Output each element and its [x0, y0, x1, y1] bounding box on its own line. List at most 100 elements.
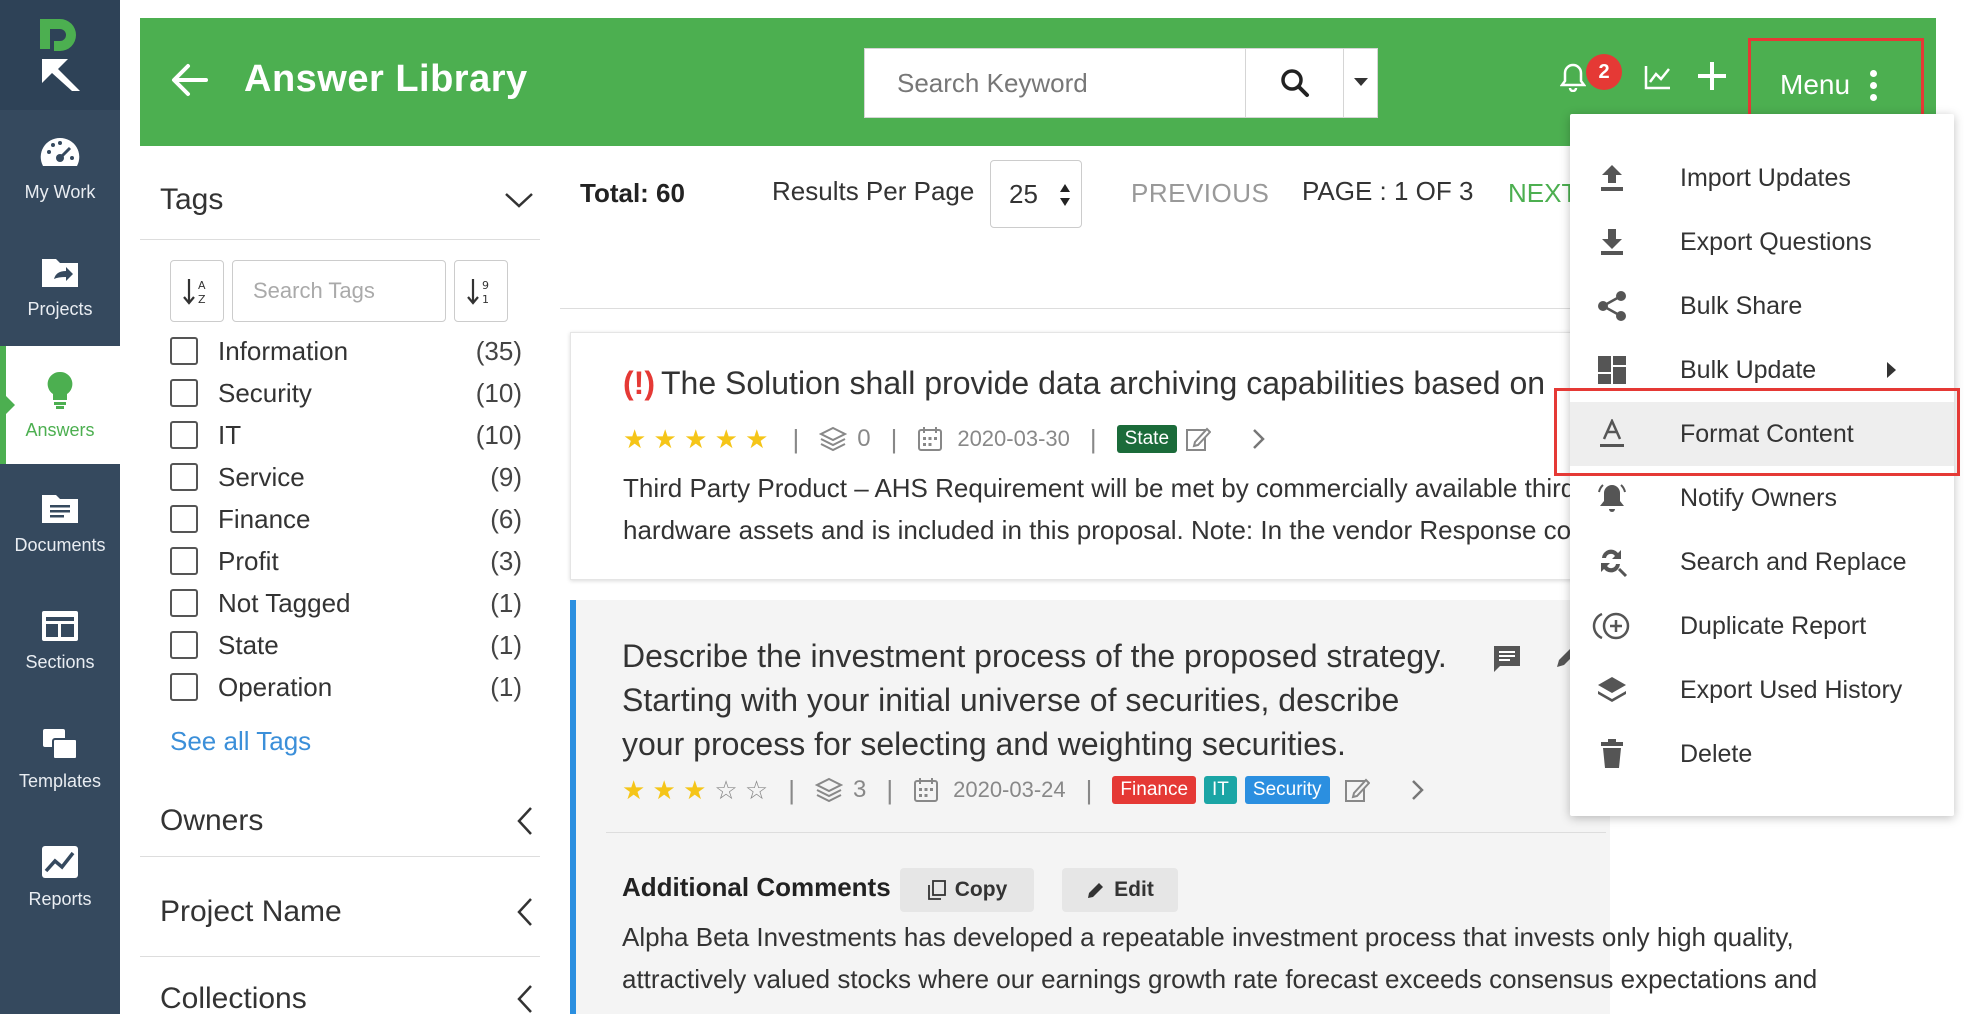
- menu-button-label: Menu: [1780, 69, 1851, 100]
- question-title[interactable]: Describe the investment process of the p…: [622, 634, 1462, 766]
- tag-checkbox[interactable]: [170, 421, 198, 449]
- answer-card-selected[interactable]: Describe the investment process of the p…: [570, 600, 1817, 1014]
- nav-reports[interactable]: Reports: [0, 818, 120, 936]
- answer-card[interactable]: (!) The Solution shall provide data archi…: [570, 332, 1610, 580]
- question-title[interactable]: (!) The Solution shall provide data archi…: [623, 365, 1545, 402]
- tag-row[interactable]: State (1): [170, 624, 522, 666]
- menu-item-import-updates[interactable]: Import Updates: [1570, 146, 1954, 210]
- kebab-menu-icon: [1870, 69, 1878, 101]
- results-per-page-select[interactable]: 25: [990, 160, 1082, 228]
- nav-templates[interactable]: Templates: [0, 700, 120, 818]
- answer-text: Third Party Product – AHS Requirement wi…: [623, 467, 1575, 551]
- tag-count: (10): [475, 419, 522, 450]
- nav-sections[interactable]: Sections: [0, 582, 120, 700]
- templates-icon: [43, 728, 78, 760]
- usage-count: 0: [857, 425, 871, 452]
- app-logo[interactable]: [0, 0, 120, 110]
- layers-icon: [1598, 677, 1626, 702]
- tag-search-input[interactable]: [232, 260, 446, 322]
- search-input[interactable]: [865, 49, 1245, 117]
- add-plus-icon[interactable]: [1696, 60, 1728, 97]
- menu-item-bulk-share[interactable]: Bulk Share: [1570, 274, 1954, 338]
- search-options-dropdown[interactable]: [1343, 49, 1377, 117]
- menu-item-delete[interactable]: Delete: [1570, 722, 1954, 786]
- share-icon: [1598, 291, 1626, 321]
- tag-row[interactable]: IT (10): [170, 414, 522, 456]
- star-rating[interactable]: ★ ★ ★ ★ ★: [623, 424, 772, 455]
- edit-tags-icon[interactable]: [1344, 777, 1370, 803]
- tag-tools: AZ 91: [170, 260, 540, 322]
- tag-pill[interactable]: IT: [1204, 776, 1237, 804]
- tag-list: Information (35) Security (10) IT (10) Serv…: [140, 330, 540, 708]
- tag-checkbox[interactable]: [170, 505, 198, 533]
- owners-section-header[interactable]: Owners: [140, 785, 540, 857]
- collections-section-header[interactable]: Collections: [140, 969, 540, 1014]
- notification-count-badge[interactable]: 2: [1586, 54, 1622, 90]
- sort-alpha-button[interactable]: AZ: [170, 260, 224, 322]
- tag-name: State: [218, 629, 279, 660]
- copy-button-label: Copy: [954, 878, 1008, 901]
- nav-answers[interactable]: Answers: [0, 346, 120, 464]
- pencil-icon: [1088, 883, 1104, 898]
- menu-item-duplicate-report[interactable]: Duplicate Report: [1570, 594, 1954, 658]
- stars-filled: ★ ★ ★: [622, 774, 707, 805]
- chevron-right-icon[interactable]: [1251, 427, 1267, 451]
- tag-row[interactable]: Operation (1): [170, 666, 522, 708]
- tag-checkbox[interactable]: [170, 673, 198, 701]
- edit-comment-button[interactable]: Edit: [1062, 868, 1178, 912]
- tag-row[interactable]: Profit (3): [170, 540, 522, 582]
- duplicate-icon: [1592, 612, 1630, 640]
- previous-page-button[interactable]: PREVIOUS: [1131, 178, 1269, 209]
- menu-item-label: Export Questions: [1680, 227, 1872, 256]
- menu-item-search-and-replace[interactable]: Search and Replace: [1570, 530, 1954, 594]
- tag-checkbox[interactable]: [170, 337, 198, 365]
- copy-button[interactable]: Copy: [900, 868, 1034, 912]
- svg-text:9: 9: [482, 279, 489, 292]
- sections-icon: [42, 610, 78, 641]
- star-rating[interactable]: ★ ★ ★ ☆ ☆: [622, 775, 768, 806]
- project-name-section-header[interactable]: Project Name: [140, 867, 540, 957]
- nav-projects[interactable]: Projects: [0, 228, 120, 346]
- menu-button[interactable]: Menu: [1750, 52, 1918, 118]
- menu-item-format-content[interactable]: Format Content: [1570, 402, 1954, 466]
- menu-item-label: Duplicate Report: [1680, 611, 1867, 640]
- tag-pill[interactable]: Security: [1244, 776, 1330, 804]
- tag-checkbox[interactable]: [170, 631, 198, 659]
- edit-tags-icon[interactable]: [1185, 426, 1212, 452]
- total-count: Total: 60: [580, 178, 685, 208]
- sort-count-button[interactable]: 91: [454, 260, 508, 322]
- tag-checkbox[interactable]: [170, 589, 198, 617]
- additional-comments-heading: Additional Comments: [622, 872, 891, 902]
- divider: |: [788, 774, 795, 805]
- analytics-chart-icon[interactable]: [1644, 64, 1672, 95]
- menu-item-bulk-update[interactable]: Bulk Update: [1570, 338, 1954, 402]
- warning-icon: (!): [623, 365, 655, 401]
- tag-row[interactable]: Not Tagged (1): [170, 582, 522, 624]
- tag-checkbox[interactable]: [170, 547, 198, 575]
- answer-date: 2020-03-24: [953, 777, 1066, 802]
- menu-item-notify-owners[interactable]: Notify Owners: [1570, 466, 1954, 530]
- see-all-tags-link[interactable]: See all Tags: [170, 726, 540, 757]
- nav-my-work[interactable]: My Work: [0, 110, 120, 228]
- menu-item-export-used-history[interactable]: Export Used History: [1570, 658, 1954, 722]
- tag-pill[interactable]: Finance: [1112, 776, 1197, 804]
- tag-pill[interactable]: State: [1116, 425, 1178, 453]
- search-button[interactable]: [1245, 49, 1343, 117]
- tags-section-header[interactable]: Tags: [140, 160, 540, 240]
- nav-label: My Work: [24, 181, 96, 202]
- tag-row[interactable]: Finance (6): [170, 498, 522, 540]
- chevron-right-icon[interactable]: [1410, 778, 1426, 802]
- tag-checkbox[interactable]: [170, 463, 198, 491]
- notifications-bell-icon[interactable]: [1559, 62, 1587, 97]
- tag-row[interactable]: Information (35): [170, 330, 522, 372]
- nav-documents[interactable]: Documents: [0, 464, 120, 582]
- tag-count: (1): [490, 587, 522, 618]
- tag-row[interactable]: Security (10): [170, 372, 522, 414]
- tag-name: IT: [218, 419, 242, 450]
- comment-icon[interactable]: [1492, 644, 1522, 674]
- tag-row[interactable]: Service (9): [170, 456, 522, 498]
- back-arrow-icon[interactable]: [170, 62, 210, 103]
- next-page-button[interactable]: NEXT: [1508, 178, 1577, 209]
- menu-item-export-questions[interactable]: Export Questions: [1570, 210, 1954, 274]
- tag-checkbox[interactable]: [170, 379, 198, 407]
